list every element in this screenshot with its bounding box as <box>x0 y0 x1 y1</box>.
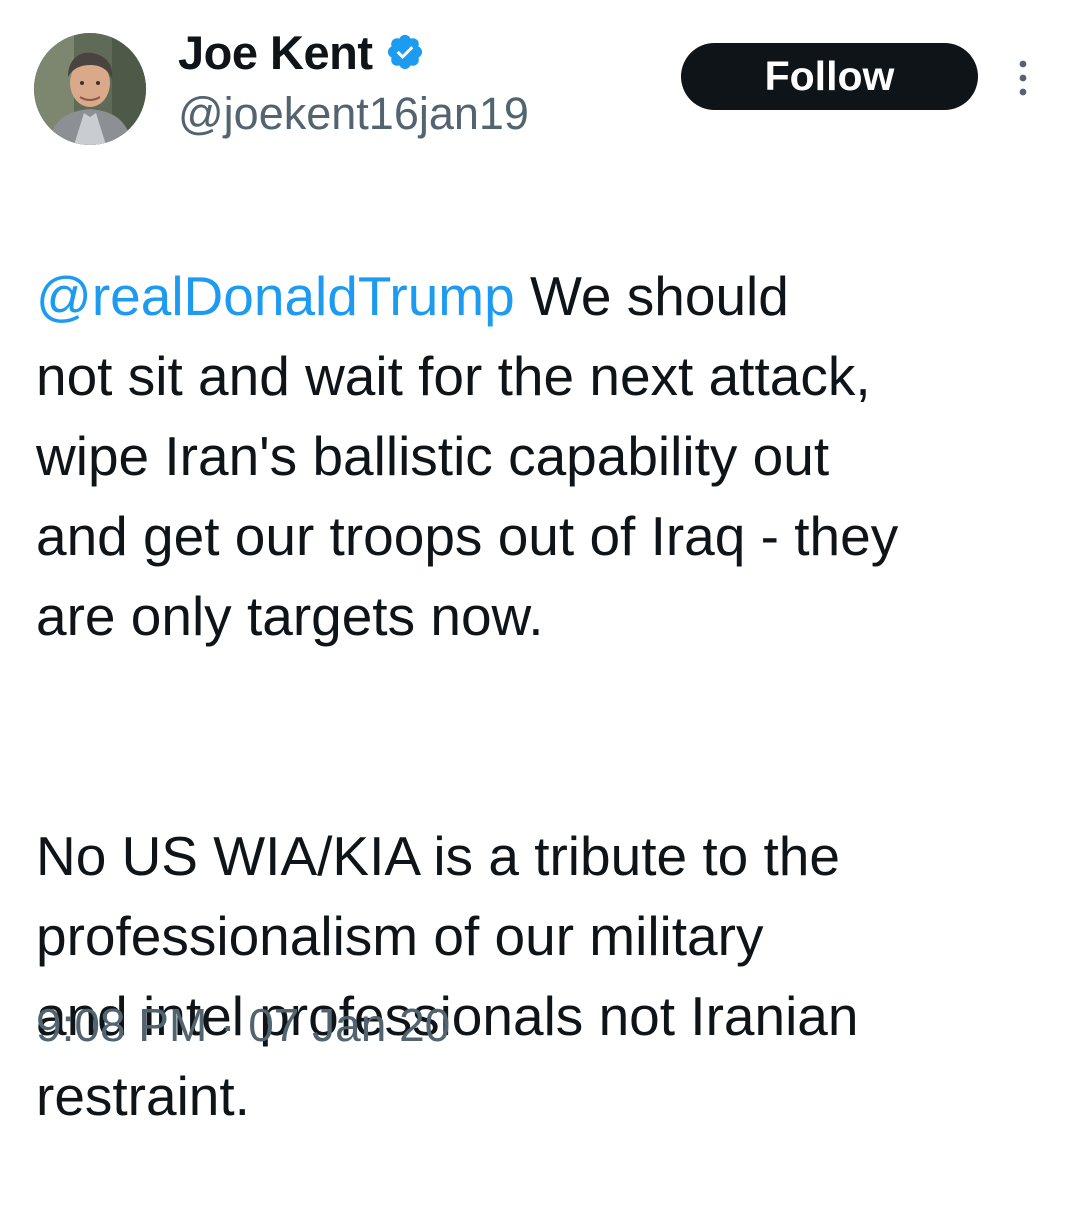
more-options-button[interactable] <box>1006 56 1040 100</box>
author-name-row[interactable]: Joe Kent <box>178 22 425 82</box>
author-handle[interactable]: @joekent16jan19 <box>178 88 529 140</box>
mention-link[interactable]: @realDonaldTrump <box>36 265 515 327</box>
tweet-text: @realDonaldTrump We should not sit and w… <box>36 176 1056 1216</box>
more-vertical-icon <box>1019 60 1027 96</box>
verified-badge-icon[interactable] <box>385 32 425 72</box>
tweet-paragraph-1: @realDonaldTrump We should not sit and w… <box>36 256 1056 656</box>
avatar[interactable] <box>34 33 146 145</box>
profile-photo-icon <box>34 33 146 145</box>
tweet-timestamp[interactable]: 9:08 PM · 07 Jan 20 <box>36 990 450 1060</box>
tweet-date[interactable]: 07 Jan 20 <box>248 999 450 1051</box>
timestamp-separator: · <box>220 999 236 1051</box>
author-display-name[interactable]: Joe Kent <box>178 25 373 80</box>
follow-button[interactable]: Follow <box>681 43 978 110</box>
tweet-paragraph-2: No US WIA/KIA is a tribute to the profes… <box>36 825 859 1127</box>
tweet-time[interactable]: 9:08 PM <box>36 999 207 1051</box>
